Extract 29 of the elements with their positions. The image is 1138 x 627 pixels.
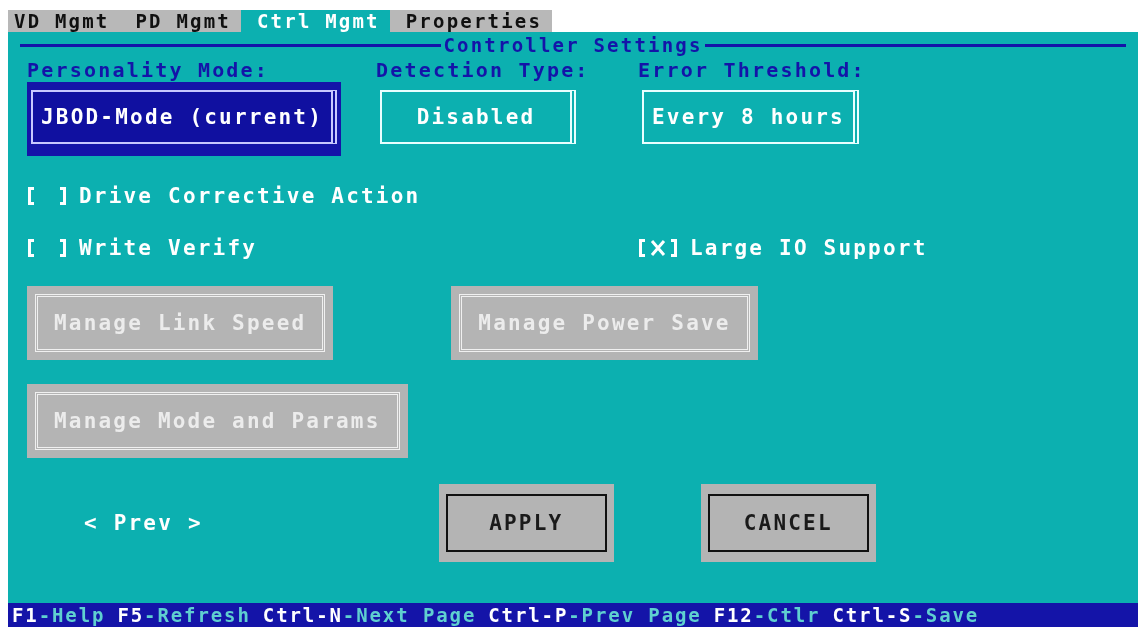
checkbox[interactable] bbox=[27, 239, 67, 257]
field-label: Personality Mode: bbox=[27, 58, 270, 82]
checkbox-label: Large IO Support bbox=[690, 236, 928, 260]
dropdown-button[interactable]: Every 8 hours bbox=[642, 90, 859, 144]
checkbox-label: Drive Corrective Action bbox=[79, 184, 421, 208]
shortcut-hint: Ctrl-N-Next Page bbox=[262, 604, 477, 626]
tab[interactable]: PD Mgmt bbox=[119, 10, 241, 32]
dropdown-button[interactable]: Disabled bbox=[380, 90, 576, 144]
prev-link[interactable]: < Prev > bbox=[84, 511, 203, 535]
section-title: Controller Settings bbox=[442, 34, 704, 56]
checkbox-option[interactable]: Large IO Support bbox=[638, 236, 1138, 260]
shortcut-hint: Ctrl-S-Save bbox=[832, 604, 980, 626]
checkbox-option[interactable]: Drive Corrective Action bbox=[27, 184, 638, 208]
field-label: Error Threshold: bbox=[638, 58, 866, 82]
tab[interactable]: Properties bbox=[389, 10, 553, 32]
checkbox-label: Write Verify bbox=[79, 236, 258, 260]
checkbox-option[interactable]: Write Verify bbox=[27, 236, 638, 260]
shortcut-hint: Ctrl-P-Prev Page bbox=[488, 604, 702, 626]
action-button[interactable]: CANCEL bbox=[707, 494, 869, 552]
shortcut-hint: F5-Refresh bbox=[117, 604, 251, 626]
checkbox[interactable] bbox=[27, 187, 67, 205]
shortcut-hint: F1-Help bbox=[12, 604, 106, 626]
field-label: Detection Type: bbox=[376, 58, 590, 82]
checkbox[interactable] bbox=[638, 239, 678, 257]
shortcut-hint: F12-Ctlr bbox=[713, 604, 821, 626]
dropdown-button[interactable]: JBOD-Mode (current) bbox=[31, 90, 338, 144]
tab[interactable]: VD Mgmt bbox=[8, 10, 120, 32]
tab[interactable]: Ctrl Mgmt bbox=[240, 10, 390, 32]
action-button[interactable]: APPLY bbox=[445, 494, 607, 552]
